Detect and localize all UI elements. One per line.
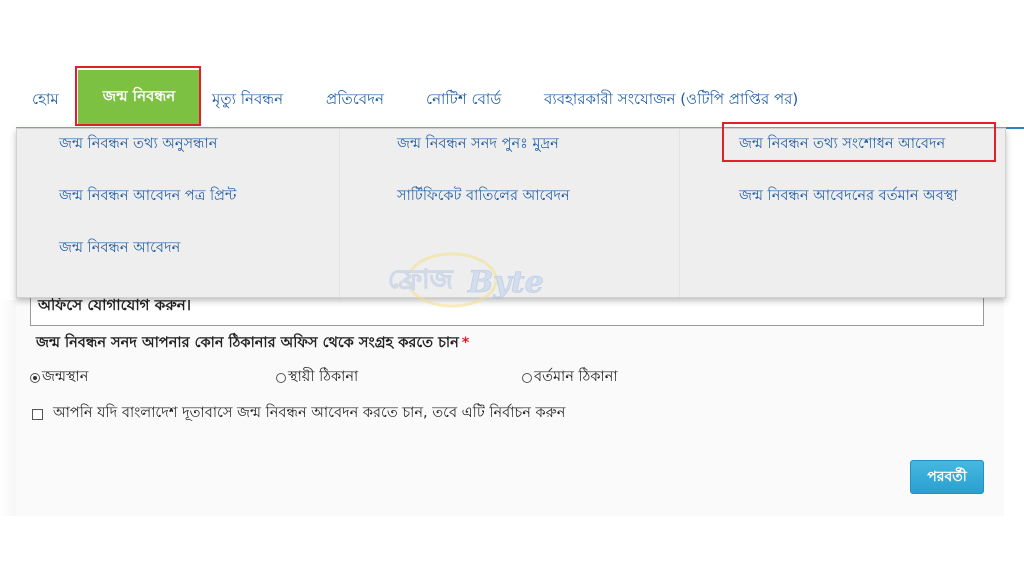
embassy-checkbox[interactable] bbox=[32, 408, 43, 420]
menu-item-info-correction[interactable]: জন্ম নিবন্ধন তথ্য সংশোধন আবেদন bbox=[739, 133, 945, 157]
office-question: জন্ম নিবন্ধন সনদ আপনার কোন ঠিকানার অফিস … bbox=[36, 332, 469, 356]
radio-present-dot[interactable] bbox=[522, 373, 532, 383]
radio-permanent-dot[interactable] bbox=[276, 373, 286, 383]
menu-item-application-status[interactable]: জন্ম নিবন্ধন আবেদনের বর্তমান অবস্থা bbox=[739, 185, 958, 209]
menu-item-birth-info-search[interactable]: জন্ম নিবন্ধন তথ্য অনুসন্ধান bbox=[59, 133, 217, 157]
menu-item-certificate-cancel[interactable]: সার্টিফিকেট বাতিলের আবেদন bbox=[397, 185, 570, 209]
nav-item-birth-registration[interactable]: জন্ম নিবন্ধন bbox=[78, 70, 200, 124]
office-question-text: জন্ম নিবন্ধন সনদ আপনার কোন ঠিকানার অফিস … bbox=[36, 335, 459, 351]
radio-birthplace-label: জন্মস্থান bbox=[42, 369, 89, 385]
left-gutter bbox=[0, 300, 16, 516]
nav-item-notice-board[interactable]: নোটিশ বোর্ড bbox=[426, 88, 501, 113]
main-nav: হোম জন্ম নিবন্ধন মৃত্যু নিবন্ধন প্রতিবেদ… bbox=[20, 70, 1010, 128]
radio-permanent-label: স্থায়ী ঠিকানা bbox=[288, 369, 359, 385]
required-mark: * bbox=[461, 335, 470, 351]
nav-item-reports[interactable]: প্রতিবেদন bbox=[326, 88, 384, 113]
nav-item-add-user[interactable]: ব্যবহারকারী সংযোজন (ওটিপি প্রাপ্তির পর) bbox=[544, 88, 798, 113]
menu-item-application-print[interactable]: জন্ম নিবন্ধন আবেদন পত্র প্রিন্ট bbox=[59, 185, 236, 209]
dropdown-col-separator bbox=[339, 129, 340, 297]
radio-present-address[interactable]: বর্তমান ঠিকানা bbox=[522, 366, 618, 390]
birth-registration-dropdown: জন্ম নিবন্ধন তথ্য অনুসন্ধান জন্ম নিবন্ধন… bbox=[16, 128, 1006, 298]
page: অফিসে যোগাযোগ করুন। জন্ম নিবন্ধন সনদ আপন… bbox=[0, 0, 1024, 576]
nav-item-home[interactable]: হোম bbox=[32, 88, 59, 113]
radio-birthplace[interactable]: জন্মস্থান bbox=[30, 366, 88, 390]
radio-permanent-address[interactable]: স্থায়ী ঠিকানা bbox=[276, 366, 358, 390]
menu-item-birth-application[interactable]: জন্ম নিবন্ধন আবেদন bbox=[59, 237, 180, 261]
embassy-checkbox-row[interactable]: আপনি যদি বাংলাদেশ দূতাবাসে জন্ম নিবন্ধন … bbox=[32, 402, 565, 426]
nav-item-death-registration[interactable]: মৃত্যু নিবন্ধন bbox=[212, 88, 283, 113]
radio-birthplace-dot[interactable] bbox=[30, 373, 40, 383]
menu-item-certificate-reprint[interactable]: জন্ম নিবন্ধন সনদ পুনঃ মুদ্রন bbox=[397, 133, 559, 157]
radio-present-label: বর্তমান ঠিকানা bbox=[534, 369, 618, 385]
nav-underline-edge bbox=[1006, 127, 1024, 129]
dropdown-col-separator bbox=[679, 129, 680, 297]
next-button[interactable]: পরবর্তী bbox=[910, 460, 984, 494]
embassy-checkbox-label: আপনি যদি বাংলাদেশ দূতাবাসে জন্ম নিবন্ধন … bbox=[53, 405, 566, 421]
